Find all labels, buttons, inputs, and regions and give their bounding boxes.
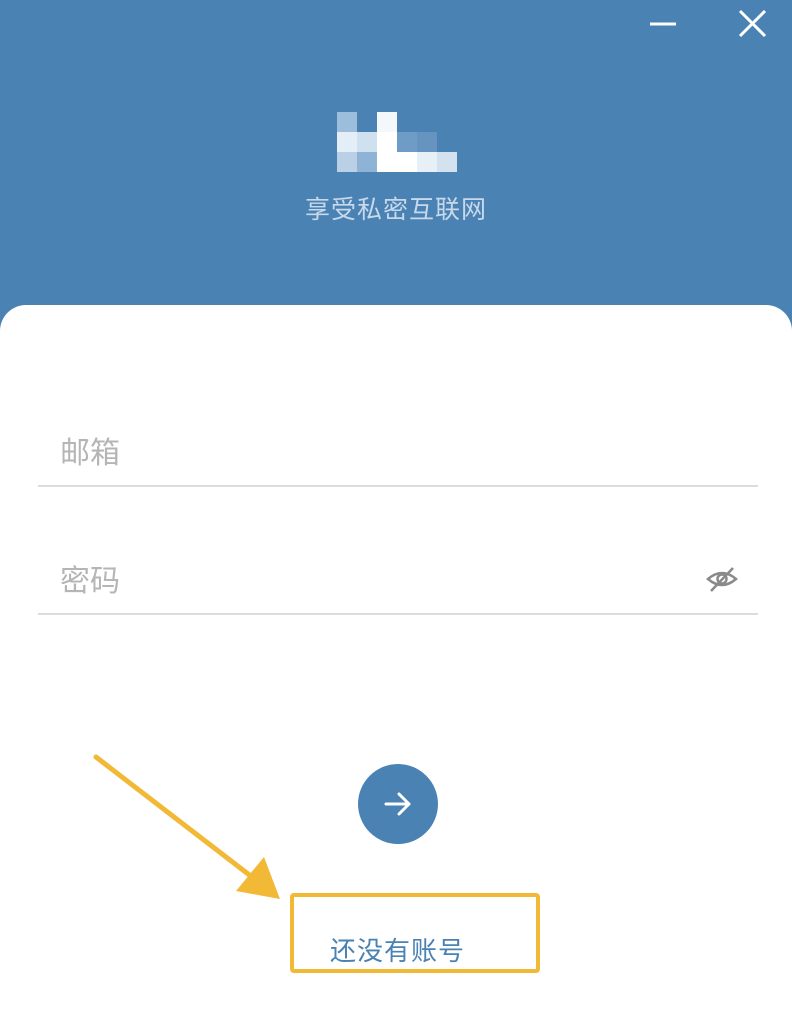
- email-input[interactable]: [60, 425, 700, 481]
- login-window: 享受私密互联网 还没有账号: [0, 0, 792, 1030]
- annotation-arrow: [93, 754, 280, 899]
- password-visibility-toggle[interactable]: [702, 559, 742, 599]
- eye-slash-icon: [706, 567, 738, 592]
- minimize-button[interactable]: [632, 0, 692, 50]
- close-button[interactable]: [722, 0, 782, 50]
- password-field: [38, 553, 758, 615]
- header-banner: 享受私密互联网: [0, 0, 792, 330]
- tagline: 享受私密互联网: [304, 195, 487, 224]
- close-icon: [738, 9, 767, 38]
- login-submit-button[interactable]: [358, 764, 438, 844]
- password-input[interactable]: [60, 553, 700, 609]
- register-link-label: 还没有账号: [330, 937, 466, 967]
- minus-icon: [650, 22, 676, 26]
- register-link[interactable]: 还没有账号: [290, 893, 540, 973]
- email-field: [38, 425, 758, 487]
- app-logo: [337, 112, 459, 172]
- arrow-right-icon: [384, 792, 411, 816]
